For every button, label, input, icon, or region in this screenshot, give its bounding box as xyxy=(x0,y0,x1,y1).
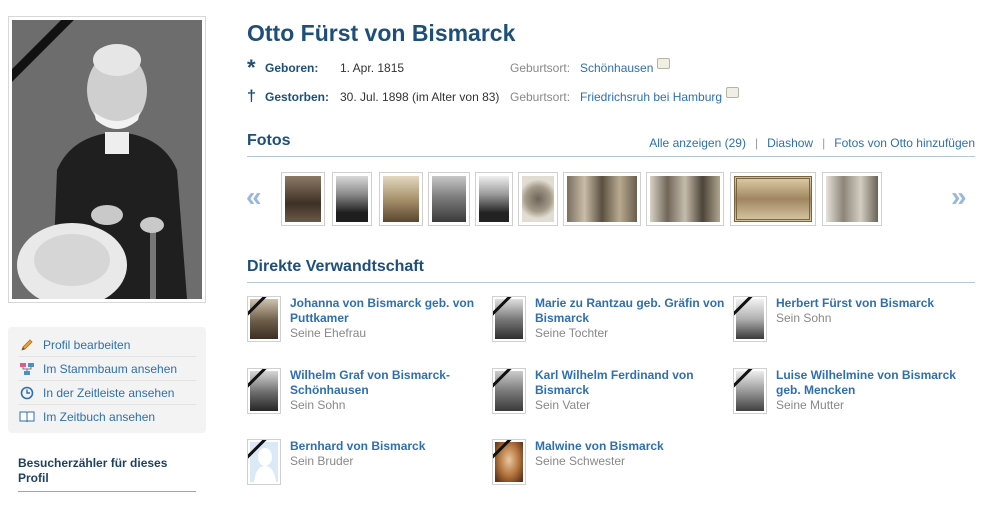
relative-name[interactable]: Wilhelm Graf von Bismarck-Schönhausen xyxy=(290,368,480,398)
edit-profile-link[interactable]: Profil bearbeiten xyxy=(18,333,196,357)
portrait-image xyxy=(12,20,202,299)
relative-role: Seine Ehefrau xyxy=(290,326,367,340)
relative-item[interactable]: Johanna von Bismarck geb. von Puttkamer S… xyxy=(247,296,480,342)
timeline-link[interactable]: In der Zeitleiste ansehen xyxy=(18,381,196,405)
family-tree-label: Im Stammbaum ansehen xyxy=(43,361,178,376)
birth-label: Geboren: xyxy=(265,60,319,75)
relative-item[interactable]: Wilhelm Graf von Bismarck-Schönhausen Sei… xyxy=(247,368,480,414)
book-icon xyxy=(18,410,36,424)
relative-photo[interactable] xyxy=(492,296,526,342)
relative-role: Sein Vater xyxy=(535,398,591,412)
relative-item[interactable]: Herbert Fürst von Bismarck Sein Sohn xyxy=(733,296,966,342)
separator: | xyxy=(822,136,826,150)
death-place-link[interactable]: Friedrichsruh bei Hamburg xyxy=(580,87,740,104)
relative-photo[interactable] xyxy=(492,368,526,414)
death-place: Friedrichsruh bei Hamburg xyxy=(580,89,723,104)
relative-photo[interactable] xyxy=(247,439,281,485)
slideshow-link[interactable]: Diashow xyxy=(767,136,813,150)
timeline-icon xyxy=(18,386,36,400)
family-tree-icon xyxy=(18,362,36,376)
visitor-counter-title: Besucherzähler für dieses Profil xyxy=(18,456,168,485)
edit-profile-label: Profil bearbeiten xyxy=(43,337,131,352)
map-icon[interactable] xyxy=(657,58,671,69)
photos-next-arrow[interactable]: » xyxy=(951,182,967,212)
photos-title: Fotos xyxy=(247,132,291,149)
timeline-label: In der Zeitleiste ansehen xyxy=(43,385,175,400)
photo-thumbnail[interactable] xyxy=(563,172,641,226)
death-place-label: Geburtsort: xyxy=(510,89,571,104)
death-label: Gestorben: xyxy=(265,89,330,104)
relative-role: Seine Schwester xyxy=(535,454,626,468)
birth-asterisk-icon: * xyxy=(247,54,256,80)
birth-place-link[interactable]: Schönhausen xyxy=(580,58,671,75)
photo-thumbnail[interactable] xyxy=(379,172,423,226)
relatives-title: Direkte Verwandtschaft xyxy=(247,258,424,275)
show-all-photos-link[interactable]: Alle anzeigen (29) xyxy=(649,136,746,150)
family-tree-link[interactable]: Im Stammbaum ansehen xyxy=(18,357,196,381)
relative-role: Sein Sohn xyxy=(776,311,832,325)
photo-thumbnail[interactable] xyxy=(646,172,724,226)
relative-photo[interactable] xyxy=(247,296,281,342)
timebook-label: Im Zeitbuch ansehen xyxy=(43,410,156,424)
vital-records: * Geboren: 1. Apr. 1815 Geburtsort: Schö… xyxy=(247,54,740,115)
relative-name[interactable]: Bernhard von Bismarck xyxy=(290,439,480,454)
relative-item[interactable]: Karl Wilhelm Ferdinand von Bismarck Sein … xyxy=(492,368,725,414)
separator: | xyxy=(754,136,759,150)
relative-photo[interactable] xyxy=(733,368,767,414)
relative-name[interactable]: Herbert Fürst von Bismarck xyxy=(776,296,966,311)
relative-role: Sein Sohn xyxy=(290,398,346,412)
photos-divider xyxy=(247,156,975,157)
relative-name[interactable]: Karl Wilhelm Ferdinand von Bismarck xyxy=(535,368,725,398)
photo-thumbnail[interactable] xyxy=(475,172,513,226)
photo-thumbnail[interactable] xyxy=(822,172,882,226)
map-icon[interactable] xyxy=(726,87,740,98)
birth-row: * Geboren: 1. Apr. 1815 Geburtsort: Schö… xyxy=(247,54,739,80)
profile-actions: Profil bearbeiten Im Stammbaum ansehen I… xyxy=(8,327,206,433)
relative-item[interactable]: Marie zu Rantzau geb. Gräfin von Bismarc… xyxy=(492,296,725,342)
death-date: 30. Jul. 1898 (im Alter von 83) xyxy=(340,89,500,104)
photos-links: Alle anzeigen (29) | Diashow | Fotos von… xyxy=(649,136,975,150)
relative-item[interactable]: Luise Wilhelmine von Bismarck geb. Menck… xyxy=(733,368,966,414)
relatives-divider xyxy=(247,282,975,283)
add-photos-link[interactable]: Fotos von Otto hinzufügen xyxy=(834,136,975,150)
photos-prev-arrow[interactable]: « xyxy=(246,182,262,212)
birth-date: 1. Apr. 1815 xyxy=(340,60,405,75)
profile-name: Otto Fürst von Bismarck xyxy=(247,20,516,46)
relative-item[interactable]: Malwine von Bismarck Seine Schwester xyxy=(492,439,725,485)
photo-thumbnail[interactable] xyxy=(518,172,558,226)
relative-item[interactable]: Bernhard von Bismarck Sein Bruder xyxy=(247,439,480,485)
birth-place: Schönhausen xyxy=(580,60,654,75)
photo-thumbnail[interactable] xyxy=(730,172,816,226)
timebook-link[interactable]: Im Zeitbuch ansehen xyxy=(18,405,196,429)
photo-thumbnail[interactable] xyxy=(332,172,372,226)
photo-thumbnail[interactable] xyxy=(428,172,470,226)
death-row: † Gestorben: 30. Jul. 1898 (im Alter von… xyxy=(247,86,740,107)
relative-photo[interactable] xyxy=(247,368,281,414)
visitor-divider xyxy=(18,491,196,492)
relative-role: Seine Mutter xyxy=(776,398,845,412)
photo-thumbnail[interactable] xyxy=(281,172,325,226)
relative-role: Sein Bruder xyxy=(290,454,354,468)
relative-role: Seine Tochter xyxy=(535,326,609,340)
relative-photo[interactable] xyxy=(733,296,767,342)
pencil-icon xyxy=(18,338,36,352)
relative-name[interactable]: Luise Wilhelmine von Bismarck geb. Menck… xyxy=(776,368,966,398)
relative-name[interactable]: Johanna von Bismarck geb. von Puttkamer xyxy=(290,296,480,326)
death-cross-icon: † xyxy=(247,87,256,105)
profile-portrait[interactable] xyxy=(8,16,206,303)
birth-place-label: Geburtsort: xyxy=(510,60,571,75)
relative-name[interactable]: Malwine von Bismarck xyxy=(535,439,725,454)
relative-photo[interactable] xyxy=(492,439,526,485)
relative-name[interactable]: Marie zu Rantzau geb. Gräfin von Bismarc… xyxy=(535,296,725,326)
portrait-illustration xyxy=(12,20,202,299)
